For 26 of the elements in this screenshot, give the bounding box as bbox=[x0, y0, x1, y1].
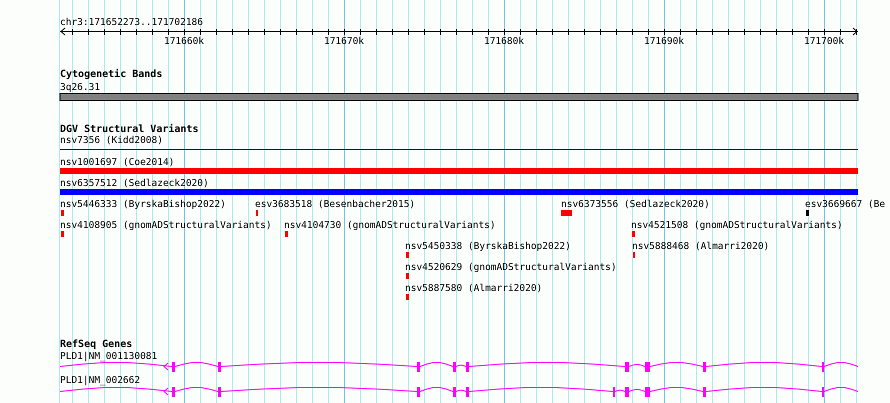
track-title: Cytogenetic Bands bbox=[60, 69, 162, 80]
variant-label: esv3683518 (Besenbacher2015) bbox=[255, 199, 416, 210]
variant-label: nsv6357512 (Sedlazeck2020) bbox=[60, 178, 209, 189]
tick-label: 171680k bbox=[484, 36, 524, 47]
transcript-label: PLD1|NM_001130081 bbox=[60, 351, 158, 362]
variant-label: esv3669667 (Be bbox=[805, 199, 886, 210]
variant-label: nsv5446333 (ByrskaBishop2022) bbox=[60, 199, 226, 210]
variant-label: nsv5888468 (Almarri2020) bbox=[632, 241, 770, 252]
variant-label: nsv4520629 (gnomADStructuralVariants) bbox=[405, 262, 617, 273]
variant-label: nsv5887580 (Almarri2020) bbox=[405, 283, 542, 294]
variant-label: nsv4104730 (gnomADStructuralVariants) bbox=[284, 220, 496, 231]
variant-label: nsv6373556 (Sedlazeck2020) bbox=[561, 199, 710, 210]
track-title: DGV Structural Variants bbox=[60, 124, 198, 135]
band-label: 3q26.31 bbox=[60, 82, 100, 93]
variant-label: nsv1001697 (Coe2014) bbox=[60, 157, 174, 168]
tick-label: 171700k bbox=[804, 36, 844, 47]
transcript-label: PLD1|NM_002662 bbox=[60, 375, 140, 386]
variant-label: nsv5450338 (ByrskaBishop2022) bbox=[405, 241, 571, 252]
tick-label: 171690k bbox=[644, 36, 684, 47]
variant-label: nsv4108905 (gnomADStructuralVariants) bbox=[60, 220, 272, 231]
variant-label: nsv7356 (Kidd2008) bbox=[60, 135, 163, 146]
variant-label: nsv4521508 (gnomADStructuralVariants) bbox=[631, 220, 843, 231]
location-label: chr3:171652273..171702186 bbox=[60, 17, 203, 28]
tick-label: 171660k bbox=[164, 36, 204, 47]
tick-label: 171670k bbox=[324, 36, 364, 47]
track-title: RefSeq Genes bbox=[60, 339, 132, 350]
